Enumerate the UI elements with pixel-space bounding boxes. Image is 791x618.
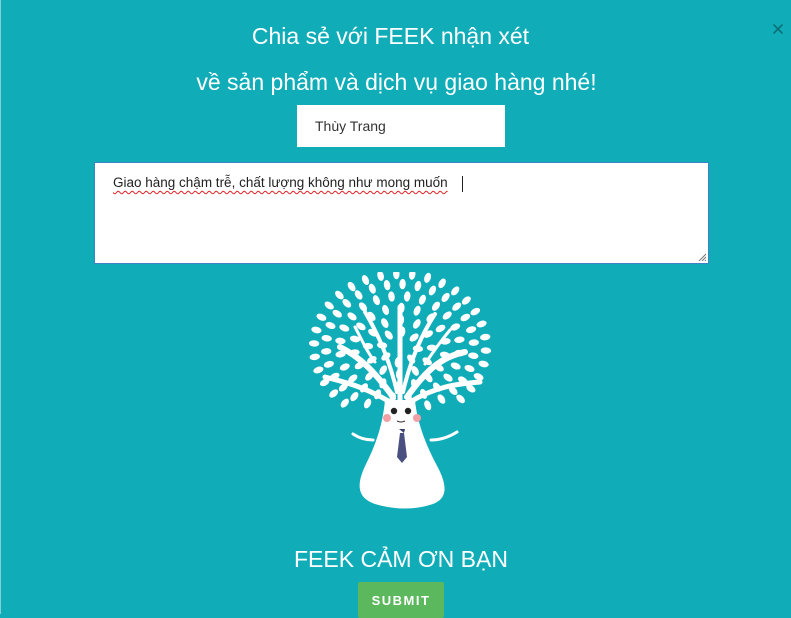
- resize-handle-icon[interactable]: [698, 253, 706, 261]
- submit-button[interactable]: SUBMIT: [358, 582, 444, 618]
- thanks-message: FEEK CẢM ƠN BẠN: [294, 546, 508, 572]
- modal-title-line-2: về sản phẩm và dịch vụ giao hàng nhé!: [196, 69, 597, 95]
- message-text: Giao hàng chậm trễ, chất lượng không như…: [113, 175, 448, 190]
- message-textarea[interactable]: Giao hàng chậm trễ, chất lượng không như…: [94, 162, 709, 264]
- name-field[interactable]: [297, 105, 505, 147]
- modal-title-line-1: Chia sẻ với FEEK nhận xét: [251, 23, 530, 49]
- tree-mascot-illustration: [308, 272, 492, 509]
- text-caret: [462, 176, 463, 192]
- feedback-modal: Chia sẻ với FEEK nhận xét về sản phẩm và…: [0, 0, 791, 618]
